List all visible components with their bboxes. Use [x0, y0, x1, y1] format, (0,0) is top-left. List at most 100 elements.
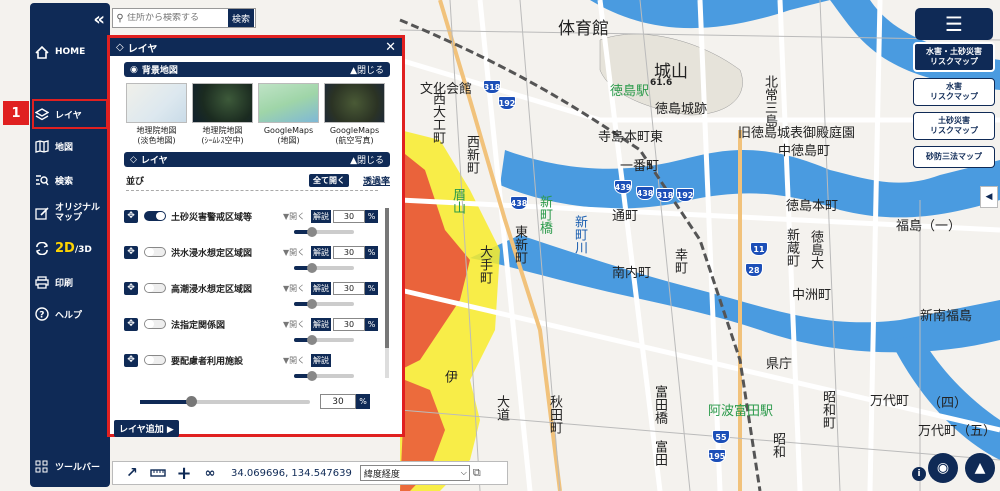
layer-opacity-slider[interactable] — [294, 371, 354, 381]
collapse-nav-icon[interactable]: « — [93, 9, 104, 30]
route-shield: 195 — [708, 449, 726, 463]
nav-print[interactable]: 印刷 — [34, 269, 106, 295]
bottom-toolbar: ↗ + ∞ 34.069696, 134.547639 緯度経度 ⌵ ⧉ — [112, 461, 508, 485]
basemap-option[interactable]: 地理院地図 (淡色地図) — [126, 83, 187, 146]
global-opacity-slider[interactable] — [140, 396, 310, 407]
nav-map[interactable]: 地図 — [34, 133, 106, 159]
layer-toggle[interactable] — [144, 283, 166, 293]
search-input[interactable] — [127, 13, 213, 23]
nav-2d3d[interactable]: 2D/3D — [34, 235, 106, 261]
layer-section-header[interactable]: ◇ レイヤ ▲閉じる — [124, 152, 390, 167]
nav-help[interactable]: ? ヘルプ — [34, 301, 106, 327]
map-label: 徳島本町 — [786, 199, 839, 214]
global-opacity-input[interactable]: 30 — [320, 394, 356, 409]
layer-toggle[interactable] — [144, 247, 166, 257]
layer-opacity-slider[interactable] — [294, 299, 354, 309]
drag-handle-icon[interactable]: ✥ — [124, 281, 138, 295]
risk-map-button[interactable]: 水害・土砂災害 リスクマップ — [913, 42, 995, 72]
slider-knob[interactable] — [307, 227, 317, 237]
nav-original-map[interactable]: オリジナル マップ — [34, 200, 106, 226]
copy-icon[interactable]: ⧉ — [473, 466, 481, 480]
link-icon[interactable]: ∞ — [197, 463, 223, 483]
location-pin-button[interactable]: ◉ — [928, 453, 958, 483]
layer-opacity-input[interactable]: 30 — [333, 209, 365, 223]
measure-line-icon[interactable]: ↗ — [119, 463, 145, 483]
layer-opacity-slider[interactable] — [294, 335, 354, 345]
layer-explain-button[interactable]: 解説 — [311, 245, 331, 259]
layer-list-scrollbar[interactable] — [385, 208, 389, 378]
slider-knob[interactable] — [307, 299, 317, 309]
map-label: 新町川 — [572, 215, 587, 254]
basemap-collapse-toggle[interactable]: ▲閉じる — [350, 63, 384, 76]
drag-handle-icon[interactable]: ✥ — [124, 353, 138, 367]
search-button[interactable]: 検索 — [228, 9, 254, 27]
basemap-option[interactable]: GoogleMaps (地図) — [258, 83, 319, 146]
layer-name: 洪水浸水想定区域図 — [171, 248, 253, 259]
nav-map-label: 地図 — [55, 142, 74, 153]
open-all-button[interactable]: 全て開く — [308, 174, 349, 187]
compass-button[interactable]: ▲ — [965, 453, 995, 483]
layer-toggle[interactable] — [144, 355, 166, 365]
coordinate-format-select[interactable]: 緯度経度 ⌵ — [359, 465, 470, 481]
layer-explain-button[interactable]: 解説 — [311, 317, 331, 331]
nav-layer[interactable]: レイヤ — [32, 99, 108, 129]
slider-knob[interactable] — [307, 371, 317, 381]
layer-collapse-toggle[interactable]: ▲閉じる — [350, 153, 384, 166]
divider — [126, 190, 378, 191]
map-label: 昭和町 — [820, 390, 835, 429]
risk-map-button[interactable]: 水害 リスクマップ — [913, 78, 995, 106]
basemap-section-header[interactable]: ◉ 背景地図 ▲閉じる — [124, 62, 390, 77]
close-icon[interactable]: ✕ — [385, 40, 396, 55]
layer-explain-button[interactable]: 解説 — [311, 209, 331, 223]
route-shield: 318 — [656, 188, 674, 202]
basemap-option[interactable]: 地理院地図 (ｼｰﾑﾚｽ空中) — [192, 83, 253, 146]
layer-expand[interactable]: ▼開く — [283, 283, 311, 294]
layer-opacity-input[interactable]: 30 — [333, 245, 365, 259]
drag-handle-icon[interactable]: ✥ — [124, 245, 138, 259]
map-label: 富田橋 — [652, 385, 667, 424]
nav-toolbar[interactable]: ツールバー — [34, 453, 106, 479]
layer-name: 法指定関係図 — [171, 320, 226, 331]
search-list-icon — [34, 174, 50, 187]
opacity-label[interactable]: 透過率 — [363, 174, 390, 187]
map-label: 旧徳島城表御殿庭園 — [738, 126, 856, 141]
menu-button[interactable]: ☰ — [915, 8, 993, 40]
layer-expand[interactable]: ▼開く — [283, 247, 311, 258]
layer-explain-button[interactable]: 解説 — [311, 281, 331, 295]
global-opacity-value: 30 % — [320, 394, 370, 409]
layer-expand[interactable]: ▼開く — [283, 211, 311, 222]
expand-panel-arrow[interactable]: ◀ — [980, 186, 998, 208]
ruler-icon[interactable] — [145, 463, 171, 483]
map-icon — [34, 139, 50, 153]
drag-handle-icon[interactable]: ✥ — [124, 317, 138, 331]
nav-home[interactable]: HOME — [34, 39, 106, 65]
layer-toggle[interactable] — [144, 319, 166, 329]
percent-unit: % — [365, 209, 378, 223]
layer-expand[interactable]: ▼開く — [283, 355, 311, 366]
layer-explain-button[interactable]: 解説 — [311, 353, 331, 367]
layer-opacity-slider[interactable] — [294, 263, 354, 273]
risk-map-button[interactable]: 砂防三法マップ — [913, 146, 995, 168]
info-icon[interactable]: i — [912, 467, 926, 481]
risk-map-button[interactable]: 土砂災害 リスクマップ — [913, 112, 995, 140]
basemap-option[interactable]: GoogleMaps (航空写真) — [324, 83, 385, 146]
slider-knob[interactable] — [186, 396, 197, 407]
layer-opacity-input[interactable]: 30 — [333, 317, 365, 331]
crosshair-icon[interactable]: + — [171, 463, 197, 484]
slider-knob[interactable] — [307, 335, 317, 345]
layer-expand[interactable]: ▼開く — [283, 319, 311, 330]
layer-opacity-slider[interactable] — [294, 227, 354, 237]
add-layer-button[interactable]: レイヤ追加 ▶ — [114, 420, 179, 437]
layer-toggle[interactable] — [144, 211, 166, 221]
drag-handle-icon[interactable]: ✥ — [124, 209, 138, 223]
layer-opacity-input[interactable]: 30 — [333, 281, 365, 295]
coordinate-format-value: 緯度経度 — [363, 469, 400, 480]
risk-map-label: 水害 — [946, 82, 962, 91]
chevron-down-icon: ⌵ — [460, 468, 467, 477]
map-label: （四） — [928, 396, 968, 411]
route-shield: 28 — [745, 263, 763, 277]
slider-knob[interactable] — [307, 263, 317, 273]
map-label: 阿波富田駅 — [708, 404, 774, 419]
nav-search[interactable]: 検索 — [34, 167, 106, 193]
percent-unit: % — [365, 245, 378, 259]
